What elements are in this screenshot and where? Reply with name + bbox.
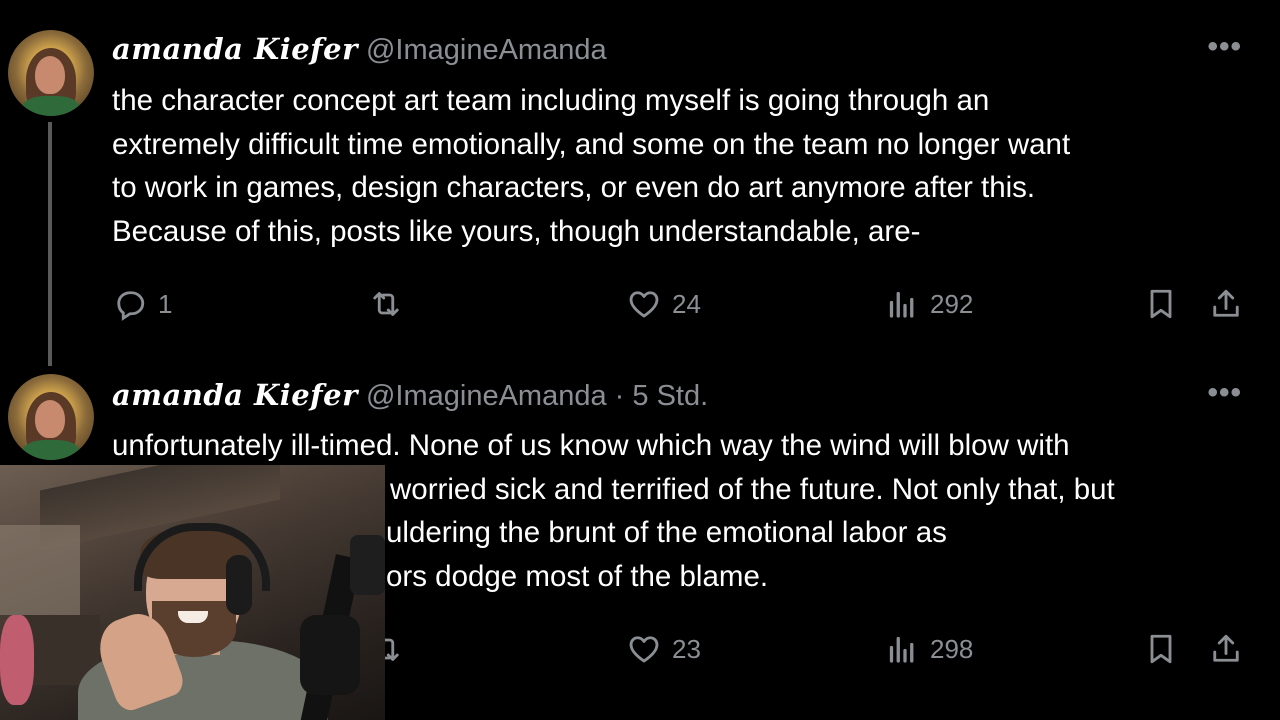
avatar-face [35,400,65,438]
avatar[interactable] [8,30,94,116]
like-icon [629,291,659,318]
share-button[interactable] [1208,279,1244,329]
like-icon [629,636,659,663]
views-button[interactable]: 292 [884,279,973,329]
tweet-text-line: Because of this, posts like yours, thoug… [112,215,921,249]
views-icon [889,636,914,663]
views-count: 292 [930,288,974,319]
bookmark-icon [1150,289,1172,319]
views-count: 298 [930,633,974,664]
webcam-plush [0,615,34,705]
webcam-overlay [0,465,385,720]
repost-icon [373,292,399,316]
tweet-text-line: to work in games, design characters, or … [112,171,1036,205]
reply-count: 1 [158,288,173,319]
bookmark-button[interactable] [1143,279,1179,329]
like-count: 23 [672,633,701,664]
timestamp[interactable]: 5 Std. [632,380,708,412]
tweet-actions: 1 24 292 [0,279,1280,329]
bookmark-button[interactable] [1143,624,1179,674]
avatar[interactable] [8,374,94,460]
share-button[interactable] [1208,624,1244,674]
views-icon [889,291,914,318]
tweet-text-line: the character concept art team including… [112,84,990,117]
thread-line [48,122,52,366]
avatar-face [35,56,65,94]
microphone-top [350,535,385,595]
reply-icon [117,291,145,321]
bookmark-icon [1150,634,1172,664]
repost-button[interactable] [368,279,414,329]
like-button[interactable]: 23 [626,624,701,674]
author-handle[interactable]: @ImagineAmanda [366,34,607,66]
tweet-header: amanda Kiefer @ImagineAmanda · 5 Std. [112,378,708,418]
tweet-header: amanda Kiefer @ImagineAmanda [112,32,607,72]
more-icon[interactable]: ••• [1207,30,1242,64]
separator-dot: · [614,380,625,412]
avatar-body [22,440,80,460]
webcam-window [0,525,80,615]
reply-button[interactable]: 1 [112,279,172,329]
avatar-body [22,96,80,116]
views-button[interactable]: 298 [884,624,973,674]
author-name[interactable]: amanda Kiefer [112,32,358,66]
like-count: 24 [672,288,701,319]
tweet-1[interactable]: amanda Kiefer @ImagineAmanda ••• the cha… [0,0,1280,366]
tweet-text: the character concept art team including… [112,79,1262,254]
like-button[interactable]: 24 [626,279,701,329]
streamer-mouth [178,611,208,623]
more-icon[interactable]: ••• [1207,376,1242,410]
author-handle[interactable]: @ImagineAmanda [366,380,607,412]
tweet-text-line: extremely difficult time emotionally, an… [112,127,1071,161]
share-icon [1213,289,1239,317]
tweet-text-line: unfortunately ill-timed. None of us know… [112,429,1070,462]
author-name[interactable]: amanda Kiefer [112,378,358,412]
share-icon [1213,634,1239,662]
headphone-cup [226,555,252,615]
microphone [300,615,360,695]
